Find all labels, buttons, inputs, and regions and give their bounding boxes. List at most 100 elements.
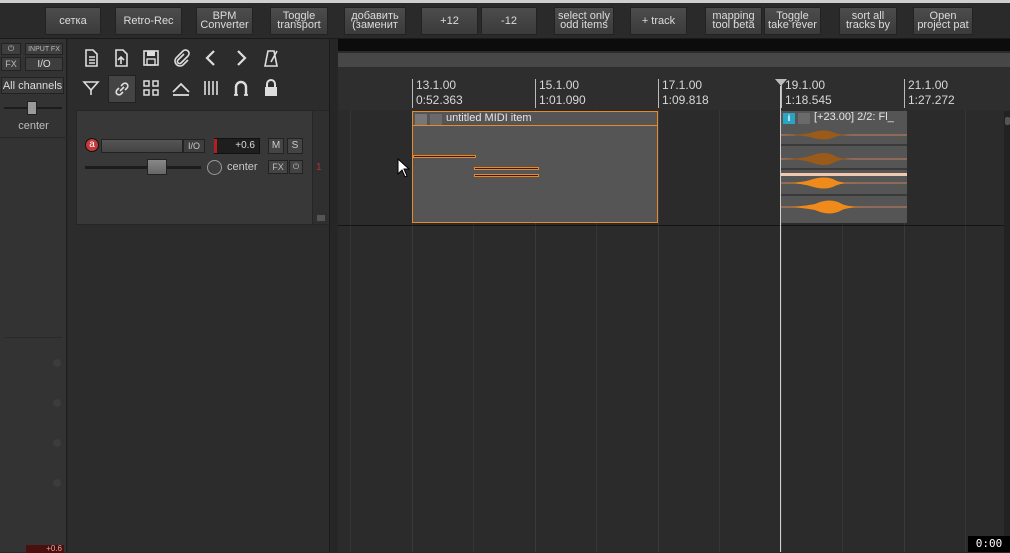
grid-line xyxy=(965,110,966,552)
open-project-icon[interactable] xyxy=(108,45,134,71)
meter-dot xyxy=(53,439,61,447)
grid-line xyxy=(658,110,659,552)
track-pan-label: center xyxy=(227,161,258,173)
tcp-scrollbar[interactable] xyxy=(329,39,338,552)
item-header-line xyxy=(413,125,657,126)
meter-dot xyxy=(53,399,61,407)
toolbar-button-toggle-take-reverse[interactable]: Toggle take rever xyxy=(764,7,821,35)
master-pan-label: center xyxy=(18,120,49,132)
toolbar-button-toggle-transport[interactable]: Toggle transport xyxy=(270,7,328,35)
link-icon[interactable] xyxy=(108,75,136,103)
grid-icon[interactable] xyxy=(138,75,164,101)
pan-knob[interactable] xyxy=(207,160,222,175)
item-properties-icon[interactable] xyxy=(430,114,442,125)
toolbar-button-transpose-up[interactable]: +12 xyxy=(421,7,478,35)
scrollbar-thumb[interactable] xyxy=(1005,117,1010,125)
input-fx-button[interactable]: INPUT FX xyxy=(25,43,63,55)
audio-item[interactable]: i [+23.00] 2/2: Fl_ xyxy=(780,111,907,223)
folder-icon[interactable] xyxy=(317,215,325,221)
ruler-tick xyxy=(535,79,536,108)
pan-slider-handle[interactable] xyxy=(27,101,37,115)
time-display: 0:00 xyxy=(968,536,1010,552)
track-fx-button[interactable]: FX xyxy=(268,160,288,174)
ruler-tick xyxy=(412,79,413,108)
record-arm-button[interactable]: a xyxy=(85,138,99,152)
toolbar-button-bpm-converter[interactable]: BPM Converter xyxy=(196,7,253,35)
divider xyxy=(4,337,62,338)
snap-magnet-icon[interactable] xyxy=(228,75,254,101)
track-number: 1 xyxy=(316,162,322,173)
midi-item-name: untitled MIDI item xyxy=(446,112,532,124)
save-icon[interactable] xyxy=(138,45,164,71)
paperclip-icon[interactable] xyxy=(168,45,194,71)
toolbar-button-open-project-path[interactable]: Open project pat xyxy=(913,7,973,35)
waveform-icon xyxy=(780,130,907,214)
lock-icon[interactable] xyxy=(258,75,284,101)
ruler-time-label: 1:09.818 xyxy=(662,93,709,107)
fx-bypass-icon[interactable]: ⏻ xyxy=(289,160,303,174)
ruler-time-label: 1:01.090 xyxy=(539,93,586,107)
toolbar: сетка Retro-Rec BPM Converter Toggle tra… xyxy=(0,3,1010,39)
track-header[interactable]: a I/O +0.6 M S center FX ⏻ 1 xyxy=(76,110,330,225)
meter-dot xyxy=(53,479,61,487)
toolbar-button-add-track[interactable]: + track xyxy=(630,7,687,35)
item-lock-icon[interactable] xyxy=(415,114,427,125)
toolbar-button-mapping-tool[interactable]: mapping tool beta xyxy=(705,7,762,35)
trim-tool-icon[interactable] xyxy=(78,75,104,101)
ruler-time-label: 1:18.545 xyxy=(785,93,832,107)
ruler-time-label: 1:27.272 xyxy=(908,93,955,107)
region-lane[interactable] xyxy=(338,53,1010,67)
master-fx-button[interactable]: FX xyxy=(1,57,21,71)
new-project-icon[interactable] xyxy=(78,45,104,71)
ruler-tick xyxy=(904,79,905,108)
arrange-view[interactable]: 13.1.00 0:52.363 15.1.00 1:01.090 17.1.0… xyxy=(338,39,1010,552)
track-volume-readout: +0.6 xyxy=(214,138,260,154)
audio-item-name: [+23.00] 2/2: Fl_ xyxy=(814,111,894,123)
ruler-bar-label: 13.1.00 xyxy=(416,78,457,92)
channels-selector[interactable]: All channels xyxy=(1,77,64,94)
toolbar-button-add-replace[interactable]: добавить (заменит xyxy=(344,7,406,35)
toolbar-button-select-odd-items[interactable]: select only odd items xyxy=(554,7,614,35)
grid-line xyxy=(350,110,351,552)
ripple-edit-icon[interactable] xyxy=(198,75,224,101)
grid-line xyxy=(719,110,720,552)
volume-fader-track xyxy=(85,166,201,169)
playhead-line[interactable] xyxy=(780,86,781,552)
midi-note[interactable] xyxy=(474,167,539,170)
ruler-bar-label: 19.1.00 xyxy=(785,78,826,92)
envelope-icon[interactable] xyxy=(168,75,194,101)
track-lane-divider xyxy=(338,225,1004,226)
track-meter-indicator xyxy=(214,139,217,153)
ruler-tick xyxy=(658,79,659,108)
master-track-panel: ⏻ INPUT FX FX I/O All channels center +0… xyxy=(0,39,67,553)
track-name-field[interactable] xyxy=(101,139,183,153)
ruler-bar-label: 21.1.00 xyxy=(908,78,949,92)
item-info-icon[interactable]: i xyxy=(783,113,795,124)
undo-icon[interactable] xyxy=(198,45,224,71)
meter-dot xyxy=(53,359,61,367)
solo-button[interactable]: S xyxy=(287,138,303,154)
empty-track-area[interactable] xyxy=(76,225,329,552)
master-io-button[interactable]: I/O xyxy=(25,57,63,71)
playhead-marker-icon[interactable] xyxy=(775,79,787,86)
metronome-icon[interactable] xyxy=(258,45,284,71)
vertical-scrollbar[interactable] xyxy=(1004,111,1010,552)
toolbar-button-sort-tracks[interactable]: sort all tracks by xyxy=(839,7,897,35)
timeline-top-bar xyxy=(338,39,1010,51)
ruler-bar-label: 17.1.00 xyxy=(662,78,703,92)
power-icon[interactable]: ⏻ xyxy=(1,43,21,55)
track-io-button[interactable]: I/O xyxy=(183,139,205,153)
midi-item[interactable]: untitled MIDI item xyxy=(412,111,658,223)
toolbar-button-retro-rec[interactable]: Retro-Rec xyxy=(115,7,182,35)
mute-button[interactable]: M xyxy=(268,138,284,154)
item-properties-icon[interactable] xyxy=(798,113,810,124)
midi-note[interactable] xyxy=(474,174,539,177)
tools-bar xyxy=(68,44,338,108)
redo-icon[interactable] xyxy=(228,45,254,71)
toolbar-button-grid[interactable]: сетка xyxy=(45,7,101,35)
toolbar-button-transpose-down[interactable]: -12 xyxy=(481,7,537,35)
midi-note[interactable] xyxy=(413,155,476,158)
divider xyxy=(0,137,67,138)
mouse-cursor-icon xyxy=(397,158,411,178)
volume-fader-handle[interactable] xyxy=(147,159,167,175)
